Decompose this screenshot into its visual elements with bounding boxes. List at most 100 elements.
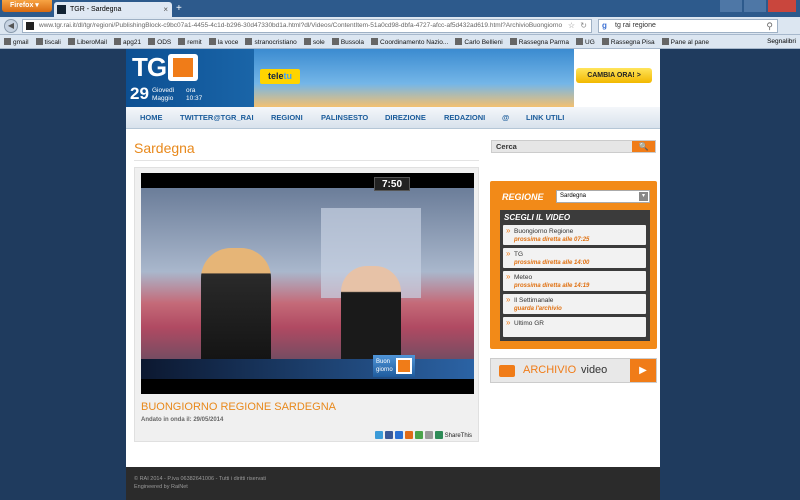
bookmark-item[interactable]: Rassegna Parma (509, 36, 569, 48)
url-bar[interactable]: www.tgr.rai.it/dl/tgr/regioni/Publishing… (22, 19, 592, 33)
video-list-item[interactable]: » Buongiorno Regione prossima diretta alle… (503, 225, 646, 245)
bookmark-label: la voce (217, 39, 239, 46)
archivio-video-button[interactable]: ARCHIVIO video ▶ (490, 358, 657, 383)
bookmark-item[interactable]: stranocristiano (245, 36, 297, 48)
teletu-ad[interactable]: teletu (260, 69, 300, 84)
bookmark-item[interactable]: LiberoMail (67, 36, 107, 48)
bookmark-label: gmail (13, 39, 29, 46)
menu-home[interactable]: HOME (140, 107, 163, 129)
bookmark-item[interactable]: ODS (148, 36, 171, 48)
video-list-item[interactable]: » TG prossima diretta alle 14:00 (503, 248, 646, 268)
menu-palinsesto[interactable]: PALINSESTO (321, 107, 368, 129)
arrow-icon: » (506, 272, 511, 281)
bookmark-star-icon[interactable]: ☆ (568, 20, 575, 32)
tv-clock: 7:50 (374, 177, 410, 191)
bookmarks-menu[interactable]: Segnalibri (767, 35, 796, 48)
browser-tab[interactable]: TGR - Sardegna × (54, 2, 172, 17)
bookmark-item[interactable]: la voce (208, 36, 239, 48)
video-item-name: Ultimo GR (514, 320, 544, 327)
video-player[interactable]: 7:50 Buon giorno (141, 173, 474, 394)
bookmark-label: Rassegna Parma (518, 39, 569, 46)
site-identity-icon[interactable] (26, 22, 34, 30)
bookmark-label: Carlo Bellieni (464, 39, 503, 46)
arrow-icon: » (506, 295, 511, 304)
chevron-down-icon: ▾ (639, 192, 648, 201)
bookmark-label: Rassegna Pisa (610, 39, 655, 46)
blogger-icon[interactable] (394, 431, 403, 439)
video-player-box: 7:50 Buon giorno BUONGIORNO REGIONE SARDE… (134, 167, 479, 442)
video-item-sub: prossima diretta alle 14:00 (514, 260, 590, 266)
menu-twitter[interactable]: TWITTER@TGR_RAI (180, 107, 254, 129)
sharethis-label[interactable]: ShareThis (445, 433, 472, 439)
google-icon: g (602, 21, 607, 30)
video-list-item[interactable]: » Meteo prossima diretta alle 14:19 (503, 271, 646, 291)
google-share-icon[interactable] (414, 431, 423, 439)
menu-regioni[interactable]: REGIONI (271, 107, 303, 129)
bookmark-item[interactable]: Carlo Bellieni (455, 36, 503, 48)
main-content: Sardegna 7:50 Buon giorno BUONGIORNO REGI… (126, 129, 660, 467)
main-menu: HOME TWITTER@TGR_RAI REGIONI PALINSESTO … (126, 107, 660, 129)
sharethis-icon[interactable] (434, 431, 443, 439)
search-icon[interactable]: ⚲ (766, 20, 773, 32)
bookmark-item[interactable]: Coordinamento Nazio... (371, 36, 449, 48)
facebook-icon[interactable] (384, 431, 393, 439)
bookmark-item[interactable]: gmail (4, 36, 29, 48)
reload-icon[interactable]: ↻ (580, 20, 587, 32)
logo-text: TG (132, 52, 167, 82)
bookmark-item[interactable]: Pane al pane (661, 36, 709, 48)
bookmark-item[interactable]: UG (576, 36, 595, 48)
title-divider (134, 160, 479, 161)
bookmark-favicon-icon (208, 38, 216, 45)
region-select[interactable]: Sardegna ▾ (556, 190, 650, 203)
back-button[interactable]: ◀ (4, 19, 18, 33)
video-list-item[interactable]: » Ultimo GR (503, 317, 646, 337)
minimize-button[interactable] (720, 0, 742, 12)
maximize-button[interactable] (744, 0, 766, 12)
close-window-button[interactable] (768, 0, 796, 12)
bookmark-favicon-icon (455, 38, 463, 45)
time-box: ora 10:37 (186, 87, 216, 103)
rai-r-icon (396, 358, 412, 374)
cambia-ora-button[interactable]: CAMBIA ORA! > (576, 68, 652, 83)
menu-link-utili[interactable]: LINK UTILI (526, 107, 564, 129)
bookmark-item[interactable]: remit (178, 36, 202, 48)
browser-search-box[interactable]: g tg rai regione ⚲ (598, 19, 778, 33)
new-tab-button[interactable]: + (176, 3, 182, 15)
twitter-icon[interactable] (374, 431, 383, 439)
firefox-menu-button[interactable]: Firefox ▾ (2, 0, 52, 12)
tab-close-icon[interactable]: × (163, 2, 168, 17)
video-title[interactable]: BUONGIORNO REGIONE SARDEGNA (141, 401, 336, 413)
page-title: Sardegna (134, 140, 195, 156)
bookmark-label: Coordinamento Nazio... (380, 39, 449, 46)
time-value: 10:37 (186, 95, 203, 102)
aired-date: Andato in onda il: 29/05/2014 (141, 417, 224, 423)
bookmark-favicon-icon (303, 38, 311, 45)
video-item-sub: prossima diretta alle 07:25 (514, 237, 590, 243)
menu-direzione[interactable]: DIREZIONE (385, 107, 426, 129)
menu-at[interactable]: @ (502, 107, 509, 129)
play-icon: ▶ (630, 359, 656, 382)
bookmark-item[interactable]: sole (303, 36, 325, 48)
footer-credits: Engineered by RaiNet (134, 484, 188, 490)
bookmark-favicon-icon (576, 38, 584, 45)
search-button[interactable]: 🔍 (632, 141, 655, 152)
bookmark-label: stranocristiano (254, 39, 297, 46)
bookmark-item[interactable]: tiscali (35, 36, 61, 48)
menu-redazioni[interactable]: REDAZIONI (444, 107, 485, 129)
archivio-label: ARCHIVIO (523, 364, 577, 376)
bookmark-item[interactable]: apg21 (114, 36, 142, 48)
video-list-item[interactable]: » Il Settimanale guarda l'archivio (503, 294, 646, 314)
bookmark-label: apg21 (123, 39, 142, 46)
header-banner-image (254, 49, 574, 107)
tgr-logo[interactable]: TG (132, 52, 200, 83)
stumble-icon[interactable] (404, 431, 413, 439)
bookmark-item[interactable]: Bussola (331, 36, 364, 48)
date-month: Maggio (152, 95, 174, 102)
bookmark-favicon-icon (371, 38, 379, 45)
email-icon[interactable] (424, 431, 433, 439)
bookmark-item[interactable]: Rassegna Pisa (601, 36, 655, 48)
video-camera-icon (499, 365, 515, 377)
date-day: 29 (130, 84, 149, 103)
rai-r-icon (168, 54, 198, 81)
bookmark-favicon-icon (114, 38, 121, 45)
